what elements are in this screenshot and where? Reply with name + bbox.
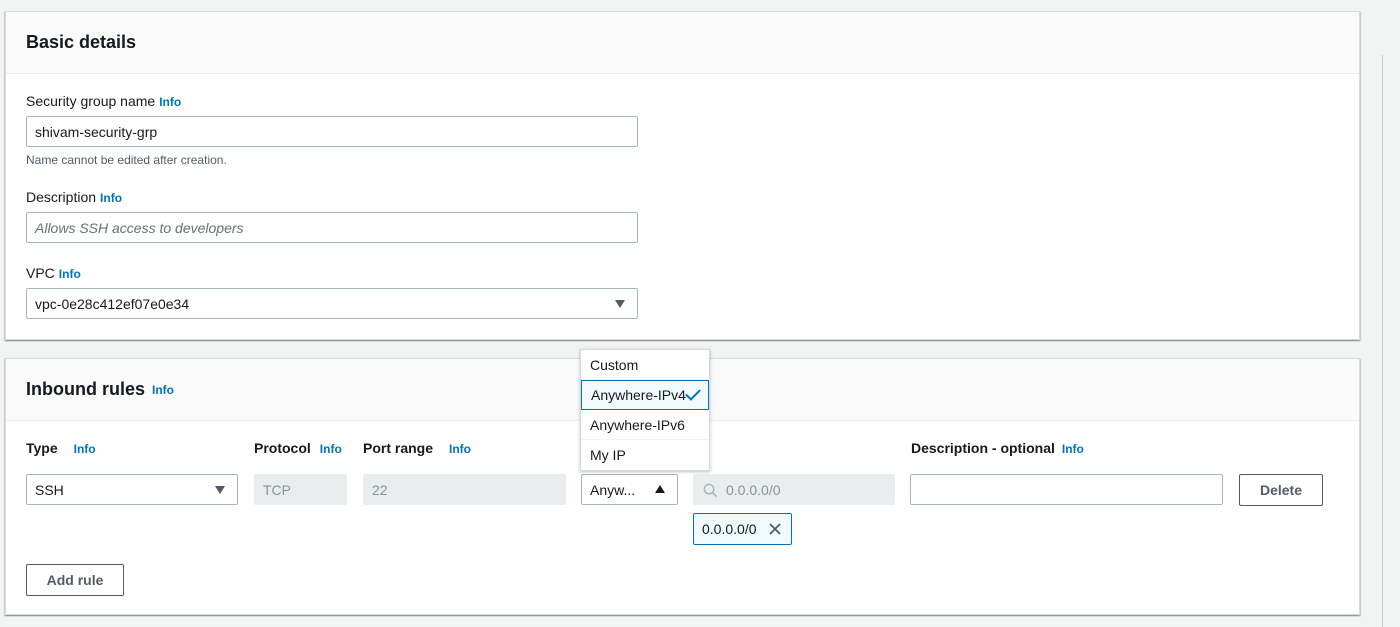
column-protocol: Protocol Info: [254, 440, 342, 456]
source-cidr-token: 0.0.0.0/0: [693, 513, 792, 545]
dropdown-option-anywhere-ipv4[interactable]: Anywhere-IPv4: [581, 380, 709, 410]
description-placeholder: Allows SSH access to developers: [35, 219, 244, 236]
rule-type-select[interactable]: SSH: [26, 474, 238, 505]
delete-rule-button[interactable]: Delete: [1239, 474, 1323, 506]
source-search-placeholder: 0.0.0.0/0: [726, 481, 781, 498]
search-icon: [703, 483, 718, 498]
description-input[interactable]: Allows SSH access to developers: [26, 212, 638, 243]
basic-details-panel: Basic details Security group name Info sh…: [5, 11, 1360, 340]
rule-protocol-field: TCP: [254, 474, 347, 505]
source-type-dropdown-menu: Custom Anywhere-IPv4 Anywhere-IPv6 My IP: [580, 349, 710, 471]
port-range-info-link[interactable]: Info: [449, 442, 471, 456]
basic-details-header: Basic details: [6, 12, 1359, 74]
chevron-down-icon: [615, 300, 625, 308]
protocol-info-link[interactable]: Info: [320, 442, 342, 456]
description-column-info-link[interactable]: Info: [1062, 442, 1084, 456]
add-rule-button[interactable]: Add rule: [26, 564, 124, 596]
source-token-label: 0.0.0.0/0: [702, 521, 757, 537]
rule-port-range-field: 22: [363, 474, 566, 505]
inbound-rules-title: Inbound rules: [26, 379, 145, 399]
vpc-select[interactable]: vpc-0e28c412ef07e0e34: [26, 288, 638, 319]
description-info-link[interactable]: Info: [100, 191, 122, 205]
rule-source-search-input[interactable]: 0.0.0.0/0: [693, 474, 895, 505]
rule-description-input[interactable]: [910, 474, 1223, 505]
dropdown-option-custom[interactable]: Custom: [581, 350, 709, 380]
checkmark-icon: [685, 385, 701, 401]
chevron-up-icon: [655, 485, 665, 493]
page-scrollbar-track[interactable]: [1382, 55, 1383, 627]
column-description: Description - optional Info: [911, 440, 1084, 456]
sg-name-info-link[interactable]: Info: [159, 95, 181, 109]
dropdown-option-anywhere-ipv6[interactable]: Anywhere-IPv6: [581, 410, 709, 440]
sg-name-label: Security group name Info: [26, 93, 182, 109]
column-type: Type Info: [26, 440, 96, 456]
dropdown-option-my-ip[interactable]: My IP: [581, 440, 709, 470]
sg-name-input[interactable]: shivam-security-grp: [26, 116, 638, 147]
sg-name-hint: Name cannot be edited after creation.: [26, 153, 227, 167]
close-icon[interactable]: [768, 522, 782, 536]
column-port-range: Port range Info: [363, 440, 472, 456]
vpc-info-link[interactable]: Info: [59, 267, 81, 281]
rule-source-type-select[interactable]: Anyw...: [581, 474, 678, 505]
type-info-link[interactable]: Info: [74, 442, 96, 456]
vpc-label: VPC Info: [26, 265, 81, 281]
chevron-down-icon: [215, 486, 225, 494]
basic-details-title: Basic details: [26, 32, 137, 52]
description-label: Description Info: [26, 189, 123, 205]
inbound-rules-info-link[interactable]: Info: [152, 383, 174, 397]
